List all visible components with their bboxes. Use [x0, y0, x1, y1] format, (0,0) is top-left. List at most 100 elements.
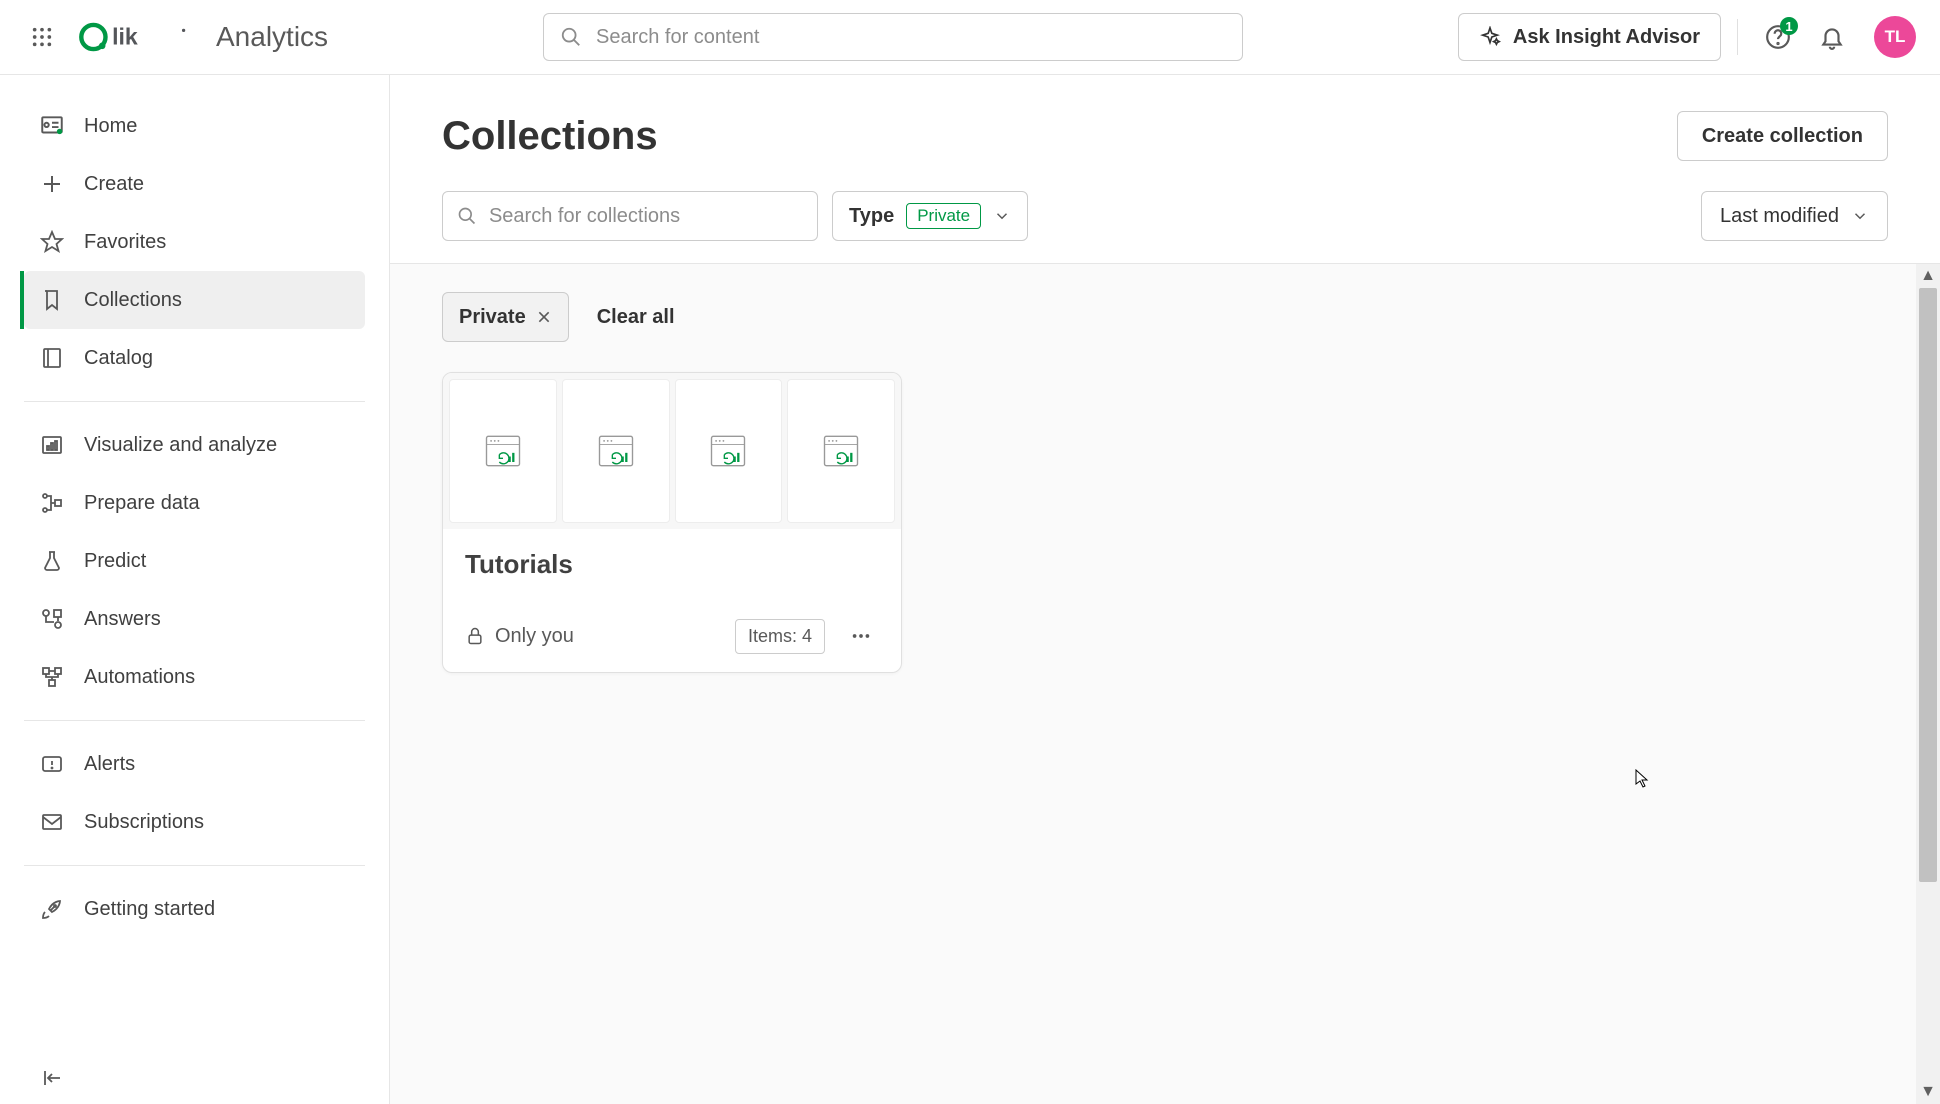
card-preview — [443, 373, 901, 529]
privacy-label: Only you — [495, 625, 574, 648]
chip-label: Private — [459, 306, 526, 329]
sidebar: Home Create Favorites Collections Catalo… — [0, 75, 390, 1104]
notifications-button[interactable] — [1808, 13, 1856, 61]
scrollbar-track[interactable] — [1916, 288, 1940, 1080]
sidebar-item-label: Getting started — [84, 898, 215, 921]
logo[interactable]: lik — [78, 17, 188, 57]
sidebar-item-predict[interactable]: Predict — [24, 532, 365, 590]
sidebar-item-label: Favorites — [84, 231, 166, 254]
sidebar-item-home[interactable]: Home — [24, 97, 365, 155]
user-avatar[interactable]: TL — [1874, 16, 1916, 58]
card-more-button[interactable] — [843, 618, 879, 654]
filter-chip-private[interactable]: Private — [442, 292, 569, 342]
sidebar-item-subscriptions[interactable]: Subscriptions — [24, 793, 365, 851]
plus-icon — [38, 170, 66, 198]
sidebar-item-favorites[interactable]: Favorites — [24, 213, 365, 271]
chart-icon — [38, 431, 66, 459]
sort-label: Last modified — [1720, 205, 1839, 228]
lock-icon — [465, 626, 485, 646]
bookmark-icon — [38, 286, 66, 314]
create-collection-button[interactable]: Create collection — [1677, 111, 1888, 161]
filter-chips-row: Private Clear all — [442, 292, 1888, 342]
chevron-down-icon — [993, 207, 1011, 225]
global-search-input[interactable] — [596, 26, 1226, 49]
collapse-icon — [40, 1066, 64, 1090]
catalog-icon — [38, 344, 66, 372]
rocket-icon — [38, 895, 66, 923]
data-flow-icon — [38, 489, 66, 517]
type-filter-value: Private — [906, 203, 981, 229]
collapse-sidebar-button[interactable] — [38, 1064, 66, 1092]
search-icon — [560, 26, 582, 48]
sort-dropdown[interactable]: Last modified — [1701, 191, 1888, 241]
app-thumbnail-icon — [706, 429, 750, 473]
automation-icon — [38, 663, 66, 691]
page-title: Collections — [442, 114, 658, 159]
apps-grid-icon — [31, 26, 53, 48]
sidebar-item-label: Visualize and analyze — [84, 434, 277, 457]
sidebar-item-create[interactable]: Create — [24, 155, 365, 213]
sidebar-item-label: Catalog — [84, 347, 153, 370]
sidebar-item-label: Collections — [84, 289, 182, 312]
help-badge: 1 — [1780, 17, 1798, 35]
ask-insight-label: Ask Insight Advisor — [1513, 26, 1700, 49]
scroll-down-arrow-icon[interactable]: ▼ — [1916, 1080, 1940, 1104]
items-count-badge: Items: 4 — [735, 619, 825, 654]
ask-insight-advisor-button[interactable]: Ask Insight Advisor — [1458, 13, 1721, 61]
global-search[interactable] — [543, 13, 1243, 61]
avatar-initials: TL — [1885, 27, 1906, 47]
top-bar: lik Analytics Ask Insight Advisor 1 TL — [0, 0, 1940, 75]
flask-icon — [38, 547, 66, 575]
type-filter-label: Type — [849, 205, 894, 228]
svg-text:lik: lik — [112, 24, 138, 50]
sidebar-item-label: Answers — [84, 608, 161, 631]
scrollbar-thumb[interactable] — [1919, 288, 1937, 882]
sidebar-item-alerts[interactable]: Alerts — [24, 735, 365, 793]
scrollbar[interactable]: ▲ ▼ — [1916, 264, 1940, 1104]
chevron-down-icon — [1851, 207, 1869, 225]
sidebar-item-getting-started[interactable]: Getting started — [24, 880, 365, 938]
collection-card[interactable]: Tutorials Only you Items: 4 — [442, 372, 902, 673]
sidebar-item-prepare-data[interactable]: Prepare data — [24, 474, 365, 532]
sidebar-item-label: Alerts — [84, 753, 135, 776]
separator — [1737, 19, 1738, 55]
clear-all-button[interactable]: Clear all — [597, 306, 675, 329]
alert-icon — [38, 750, 66, 778]
sidebar-item-catalog[interactable]: Catalog — [24, 329, 365, 387]
header-actions: Ask Insight Advisor 1 TL — [1458, 13, 1916, 61]
preview-tile — [562, 379, 670, 523]
app-launcher-button[interactable] — [24, 19, 60, 55]
type-filter-dropdown[interactable]: Type Private — [832, 191, 1028, 241]
star-icon — [38, 228, 66, 256]
mail-icon — [38, 808, 66, 836]
preview-tile — [449, 379, 557, 523]
card-privacy: Only you — [465, 625, 574, 648]
sidebar-item-label: Home — [84, 115, 137, 138]
collections-search-input[interactable] — [489, 205, 803, 228]
search-icon — [457, 205, 477, 227]
bell-icon — [1819, 24, 1845, 50]
collections-search[interactable] — [442, 191, 818, 241]
sidebar-item-answers[interactable]: Answers — [24, 590, 365, 648]
sidebar-divider — [24, 865, 365, 866]
qlik-logo-icon: lik — [78, 17, 188, 57]
sidebar-item-visualize[interactable]: Visualize and analyze — [24, 416, 365, 474]
scroll-up-arrow-icon[interactable]: ▲ — [1916, 264, 1940, 288]
sidebar-item-label: Automations — [84, 666, 195, 689]
sidebar-item-collections[interactable]: Collections — [24, 271, 365, 329]
page-header: Collections Create collection Type Priva… — [390, 75, 1940, 263]
answers-icon — [38, 605, 66, 633]
cursor-icon — [1635, 769, 1651, 789]
sidebar-divider — [24, 720, 365, 721]
sidebar-divider — [24, 401, 365, 402]
sidebar-item-automations[interactable]: Automations — [24, 648, 365, 706]
sidebar-item-label: Predict — [84, 550, 146, 573]
main-content: Collections Create collection Type Priva… — [390, 75, 1940, 1104]
help-button[interactable]: 1 — [1754, 13, 1802, 61]
sparkle-icon — [1479, 26, 1501, 48]
main-layout: Home Create Favorites Collections Catalo… — [0, 75, 1940, 1104]
app-thumbnail-icon — [819, 429, 863, 473]
card-title: Tutorials — [465, 549, 879, 580]
home-icon — [38, 112, 66, 140]
sidebar-item-label: Subscriptions — [84, 811, 204, 834]
